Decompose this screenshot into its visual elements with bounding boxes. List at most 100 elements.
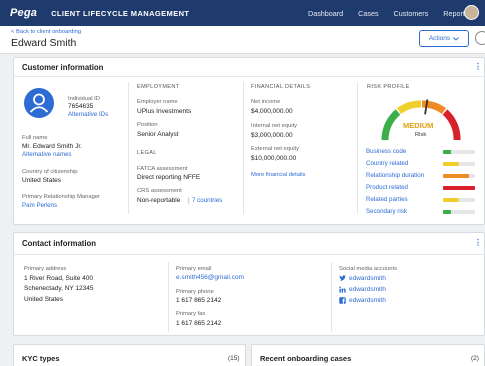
more-options-icon[interactable]: ⋮ <box>474 62 482 71</box>
user-avatar[interactable] <box>464 5 479 20</box>
net-income-value: $4,000,000.00 <box>251 108 293 115</box>
risk-level-fill <box>443 186 475 190</box>
more-financial-details-link[interactable]: More financial details <box>251 172 305 178</box>
top-navigation-bar: Pega CLIENT LIFECYCLE MANAGEMENT Dashboa… <box>0 0 485 26</box>
twitter-handle: edwardsmith <box>349 275 386 282</box>
fax-label: Primary fax <box>176 311 206 317</box>
column-divider <box>331 262 332 332</box>
customer-avatar <box>24 88 54 118</box>
pega-logo[interactable]: Pega <box>10 7 37 19</box>
risk-factor-name: Country related <box>366 160 409 167</box>
fax-value: 1 617 865 2142 <box>176 320 222 327</box>
financial-heading: FINANCIAL DETAILS <box>251 84 311 90</box>
position-label: Position <box>137 122 158 128</box>
risk-factor-name: Relationship duration <box>366 172 425 179</box>
risk-factor-name: Secondary risk <box>366 208 407 215</box>
crs-separator: | <box>188 197 190 204</box>
social-twitter[interactable]: edwardsmith <box>339 275 386 282</box>
facebook-handle: edwardsmith <box>349 297 386 304</box>
risk-level-fill <box>443 198 459 202</box>
column-divider <box>128 82 129 214</box>
risk-factor-row[interactable]: Relationship duration <box>366 172 478 182</box>
column-divider <box>357 82 358 214</box>
address-line-2: Schenectady, NY 12345 <box>24 285 94 292</box>
employer-value: UPlus Investments <box>137 108 192 115</box>
kyc-count: (15) <box>228 355 240 362</box>
social-media-label: Social media accounts <box>339 266 397 272</box>
crs-countries-link[interactable]: 7 countries <box>192 197 222 204</box>
actions-label: Actions <box>428 35 451 42</box>
risk-factor-name: Business code <box>366 148 407 155</box>
position-value: Senior Analyst <box>137 131 179 138</box>
risk-level-fill <box>443 150 451 154</box>
gauge-arc-low <box>381 109 401 141</box>
risk-profile-heading: RISK PROFILE <box>367 84 410 90</box>
internal-equity-label: Internal net equity <box>251 123 298 129</box>
risk-factor-row[interactable]: Secondary risk <box>366 208 478 218</box>
risk-factor-row[interactable]: Related parties <box>366 196 478 206</box>
linkedin-handle: edwardsmith <box>349 286 386 293</box>
address-line-1: 1 River Road, Suite 400 <box>24 275 94 282</box>
crs-label: CRS assessment <box>137 188 182 194</box>
risk-level-fill <box>443 162 459 166</box>
nav-links: Dashboard Cases Customers Reports <box>308 0 483 26</box>
risk-factor-row[interactable]: Product related <box>366 184 478 194</box>
risk-level-bar <box>443 174 475 178</box>
risk-level-bar <box>443 186 475 190</box>
internal-equity-value: $3,000,000.00 <box>251 132 293 139</box>
address-label: Primary address <box>24 266 67 272</box>
risk-factor-name: Related parties <box>366 196 408 203</box>
page-header: < Back to client onboarding Edward Smith… <box>0 26 485 54</box>
employer-label: Employer name <box>137 99 178 105</box>
actions-button[interactable]: Actions <box>419 30 469 47</box>
fatca-label: FATCA assessment <box>137 166 188 172</box>
gauge-arc-mid <box>396 100 422 114</box>
recent-cases-count: (2) <box>471 355 479 362</box>
card-title: Contact information <box>22 239 97 248</box>
risk-level-bar <box>443 162 475 166</box>
social-facebook[interactable]: edwardsmith <box>339 297 386 304</box>
risk-level-bar <box>443 210 475 214</box>
risk-factor-row[interactable]: Country related <box>366 160 478 170</box>
card-title: Customer information <box>22 63 104 72</box>
legal-heading: LEGAL <box>137 150 157 156</box>
individual-id-label: Individual ID <box>68 96 100 102</box>
fatca-value: Direct reporting NFFE <box>137 174 201 181</box>
twitter-icon <box>339 275 346 281</box>
gauge-sub-label: Risk <box>415 132 427 138</box>
individual-id-value: 7654635 <box>68 103 94 110</box>
employment-heading: EMPLOYMENT <box>137 84 180 90</box>
back-link[interactable]: < Back to client onboarding <box>11 29 81 35</box>
risk-level-bar <box>443 198 475 202</box>
nav-link-cases[interactable]: Cases <box>358 9 378 18</box>
relationship-manager-label: Primary Relationship Manager <box>22 194 100 200</box>
risk-factor-row[interactable]: Business code <box>366 148 478 158</box>
risk-factor-name: Product related <box>366 184 408 191</box>
nav-link-customers[interactable]: Customers <box>394 9 429 18</box>
facebook-icon <box>339 297 346 304</box>
email-link[interactable]: e.smith456@gmail.com <box>176 274 244 281</box>
external-equity-value: $10,000,000.00 <box>251 155 297 162</box>
page-title: Edward Smith <box>11 37 77 49</box>
nav-link-dashboard[interactable]: Dashboard <box>308 9 343 18</box>
gauge-value: MEDIUM <box>403 121 434 130</box>
kyc-types-card: KYC types (15) <box>13 344 246 366</box>
alternative-ids-link[interactable]: Alternative IDs <box>68 111 108 118</box>
person-icon <box>29 93 49 113</box>
address-line-3: United States <box>24 296 64 303</box>
alternative-names-link[interactable]: Alternative names <box>22 151 72 158</box>
relationship-manager-link[interactable]: Pam Perkins <box>22 202 57 209</box>
risk-level-bar <box>443 150 475 154</box>
citizenship-label: Country of citizenship <box>22 169 78 175</box>
full-name-value: Mr. Edward Smith Jr. <box>22 143 82 150</box>
divider <box>14 254 484 255</box>
search-icon[interactable] <box>475 31 485 45</box>
social-linkedin[interactable]: edwardsmith <box>339 286 386 293</box>
recent-onboarding-cases-card: Recent onboarding cases (2) <box>251 344 485 366</box>
card-title: KYC types <box>22 354 60 363</box>
more-options-icon[interactable]: ⋮ <box>474 238 482 247</box>
full-name-label: Full name <box>22 135 48 141</box>
email-label: Primary email <box>176 266 212 272</box>
column-divider <box>243 82 244 214</box>
risk-level-fill <box>443 174 469 178</box>
